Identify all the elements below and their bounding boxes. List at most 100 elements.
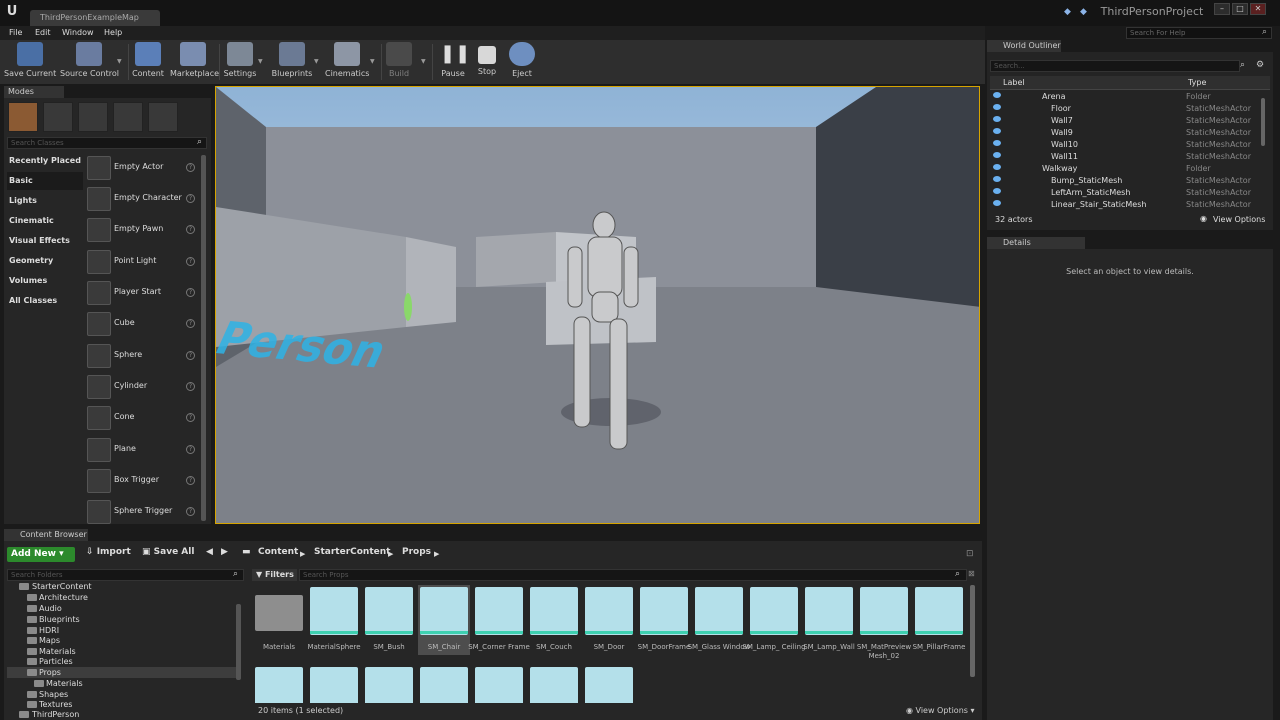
landscape-mode-icon[interactable] [78,102,108,132]
save-search-icon[interactable]: ⊠ [968,569,975,578]
folder-props-materials[interactable]: Materials [7,678,237,689]
outliner-row-floor[interactable]: Floor StaticMeshActor [990,102,1266,114]
modes-tab[interactable]: Modes [4,86,64,98]
folders-scrollbar[interactable] [236,604,241,680]
outliner-view-options[interactable]: View Options [1213,215,1265,224]
asset-sm-door[interactable]: SM_Door [583,585,635,655]
asset-sm-glass-window[interactable]: SM_Glass Window [688,585,750,655]
add-new-button[interactable]: Add New ▾ [7,547,75,562]
blueprints-dropdown-icon[interactable]: ▼ [314,58,319,65]
build-dropdown-icon[interactable]: ▼ [421,58,426,65]
visibility-eye-icon[interactable] [993,116,1001,122]
asset-sm-bush[interactable]: SM_Bush [363,585,415,655]
class-plane[interactable]: Plane? [85,436,200,464]
visibility-eye-icon[interactable] [993,176,1001,182]
visibility-eye-icon[interactable] [993,164,1001,170]
help-icon[interactable]: ? [186,288,195,297]
class-cube[interactable]: Cube? [85,310,200,338]
assets-scrollbar[interactable] [970,585,975,677]
content-button[interactable]: Content [131,42,165,82]
class-empty-actor[interactable]: Empty Actor? [85,154,200,182]
help-icon[interactable]: ? [186,476,195,485]
pause-button[interactable]: ❚❚ Pause [438,42,470,82]
help-icon[interactable]: ? [186,194,195,203]
blueprints-button[interactable]: Blueprints [270,42,314,82]
type-column-header[interactable]: Type [1188,78,1206,87]
help-icon[interactable]: ? [186,445,195,454]
forward-arrow-icon[interactable]: ▶ [221,547,228,562]
outliner-settings-icon[interactable]: ⚙ [1256,60,1264,70]
settings-button[interactable]: Settings [222,42,258,82]
folder-maps[interactable]: Maps [7,635,237,646]
filters-button[interactable]: ▼ Filters [252,569,297,581]
asset-sm-pillarframe[interactable]: SM_PillarFrame [913,585,965,655]
place-mode-icon[interactable] [8,102,38,132]
category-all-classes[interactable]: All Classes [7,292,83,310]
class-sphere[interactable]: Sphere? [85,342,200,370]
help-icon[interactable]: ? [186,163,195,172]
asset-tile[interactable] [253,665,305,703]
class-cylinder[interactable]: Cylinder? [85,373,200,401]
outliner-search-input[interactable]: Search... [990,60,1240,72]
class-point-light[interactable]: Point Light? [85,248,200,276]
asset-tile[interactable] [308,665,360,703]
outliner-row-wall11[interactable]: Wall11 StaticMeshActor [990,150,1266,162]
outliner-row-bump-staticmesh[interactable]: Bump_StaticMesh StaticMeshActor [990,174,1266,186]
label-column-header[interactable]: Label [1003,78,1025,87]
content-view-options[interactable]: ◉ View Options ▾ [906,706,975,715]
help-search-input[interactable]: Search For Help [1126,27,1272,39]
search-props-input[interactable]: Search Props [299,569,967,581]
folder-architecture[interactable]: Architecture [7,592,237,603]
folder-thirdperson[interactable]: ThirdPerson [7,709,237,720]
breadcrumb-startercontent[interactable]: StarterContent [314,547,390,562]
category-recently-placed[interactable]: Recently Placed [7,152,83,170]
source-control-button[interactable]: Source Control [60,42,119,82]
asset-materials-folder[interactable]: Materials [253,585,305,655]
visibility-eye-icon[interactable] [993,140,1001,146]
menu-edit[interactable]: Edit [35,27,51,39]
asset-sm-doorframe[interactable]: SM_DoorFrame [638,585,690,655]
visibility-eye-icon[interactable] [993,188,1001,194]
asset-sm-matpreview-mesh[interactable]: SM_MatPreview Mesh_02 [857,585,911,660]
minimize-button[interactable]: – [1214,3,1230,15]
help-icon[interactable]: ? [186,319,195,328]
folder-particles[interactable]: Particles [7,656,237,667]
eject-button[interactable]: Eject [506,42,538,82]
folder-audio[interactable]: Audio [7,603,237,614]
category-lights[interactable]: Lights [7,192,83,210]
visibility-eye-icon[interactable] [993,200,1001,206]
search-folders-input[interactable]: Search Folders [7,569,244,581]
outliner-row-wall10[interactable]: Wall10 StaticMeshActor [990,138,1266,150]
asset-tile[interactable] [473,665,525,703]
asset-tile[interactable] [418,665,470,703]
asset-tile[interactable] [363,665,415,703]
asset-tile[interactable] [583,665,635,703]
maximize-button[interactable]: □ [1232,3,1248,15]
modes-scrollbar[interactable] [201,155,206,521]
class-box-trigger[interactable]: Box Trigger? [85,467,200,495]
help-icon[interactable]: ? [186,257,195,266]
save-current-button[interactable]: Save Current [4,42,56,82]
outliner-row-arena[interactable]: Arena Folder [990,90,1266,102]
outliner-scrollbar[interactable] [1261,98,1265,146]
breadcrumb-content[interactable]: Content [258,547,298,562]
menu-window[interactable]: Window [62,27,94,39]
asset-sm-couch[interactable]: SM_Couch [528,585,580,655]
cinematics-button[interactable]: Cinematics [325,42,369,82]
class-empty-character[interactable]: Empty Character? [85,185,200,213]
help-icon[interactable]: ? [186,507,195,516]
foliage-mode-icon[interactable] [113,102,143,132]
help-icon[interactable]: ? [186,351,195,360]
outliner-row-wall9[interactable]: Wall9 StaticMeshActor [990,126,1266,138]
cinematics-dropdown-icon[interactable]: ▼ [370,58,375,65]
notification-icon[interactable]: ◆ [1064,7,1076,17]
world-outliner-tab[interactable]: World Outliner [987,40,1061,52]
category-geometry[interactable]: Geometry [7,252,83,270]
class-player-start[interactable]: Player Start? [85,279,200,307]
breadcrumb-props[interactable]: Props [402,547,431,562]
search-classes-input[interactable]: Search Classes [7,137,207,149]
class-cone[interactable]: Cone? [85,404,200,432]
visibility-eye-icon[interactable] [993,152,1001,158]
asset-sm-lamp-wall[interactable]: SM_Lamp_Wall [803,585,855,655]
menu-help[interactable]: Help [104,27,122,39]
